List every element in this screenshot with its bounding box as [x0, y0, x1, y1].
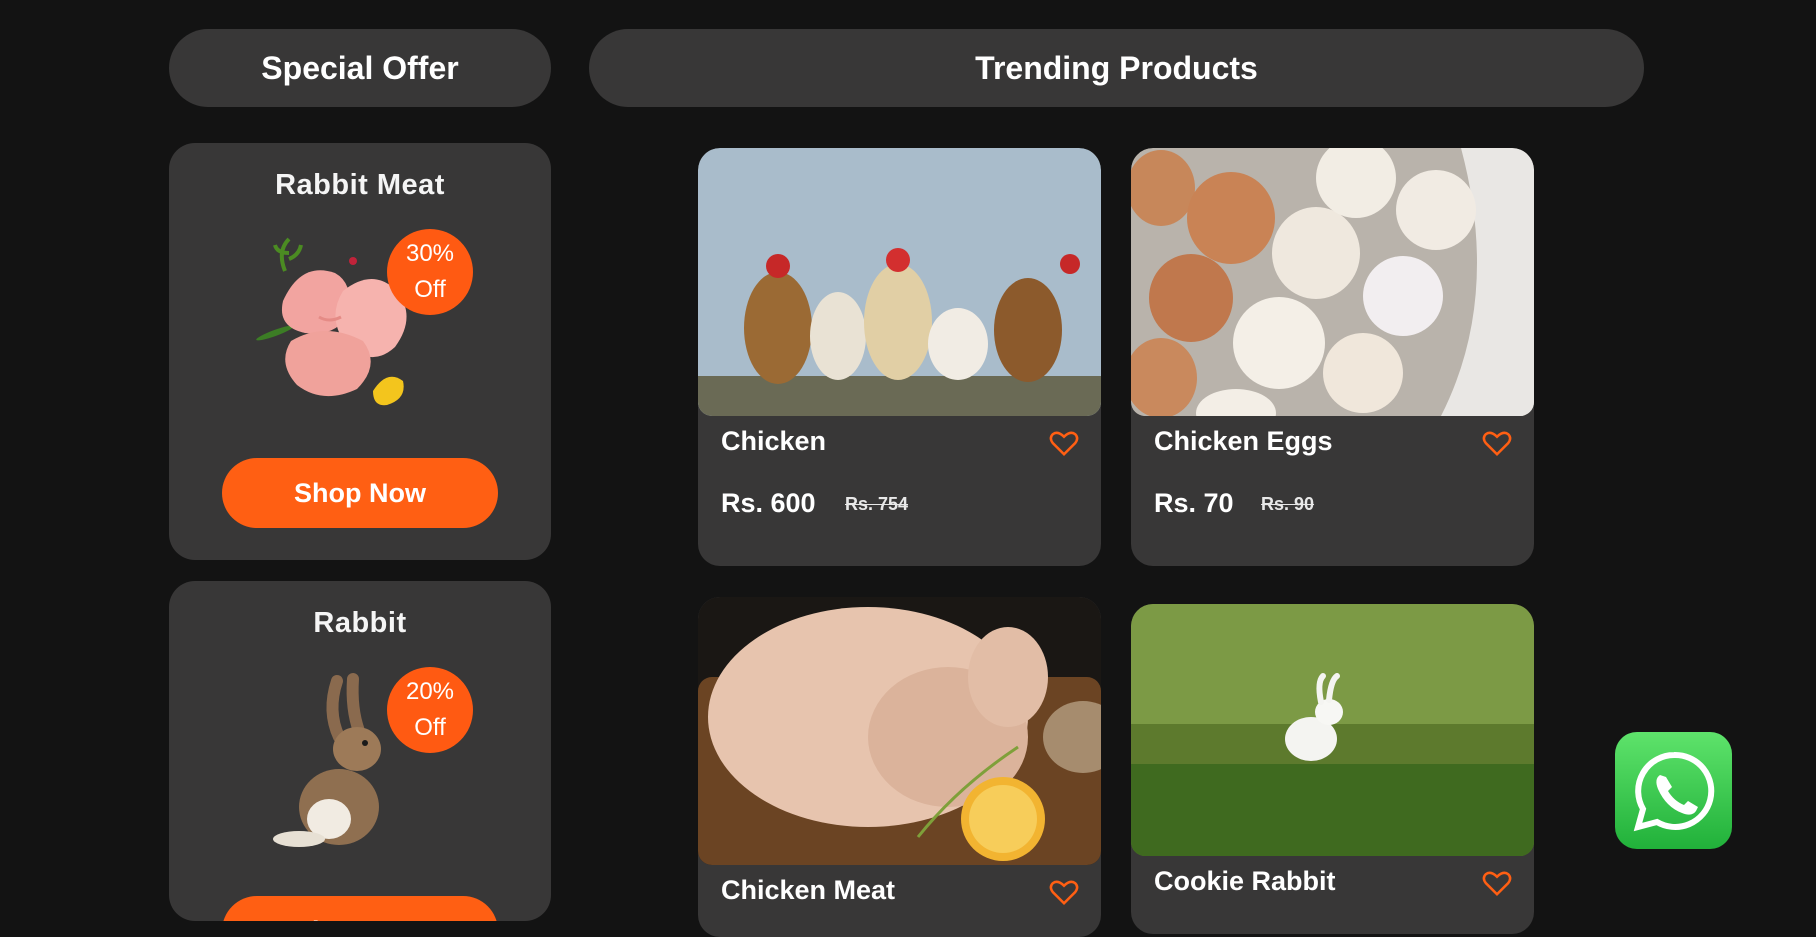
heart-outline-icon[interactable] [1049, 429, 1079, 457]
discount-badge: 30% Off [387, 229, 473, 315]
product-old-price: Rs. 754 [845, 494, 909, 514]
product-image [1131, 604, 1534, 856]
shop-now-button[interactable]: Shop Now [222, 458, 498, 528]
discount-percent: 20% [405, 678, 455, 705]
product-card-chicken-eggs[interactable]: Chicken Eggs Rs. 70 Rs. 90 [1131, 148, 1534, 566]
special-offer-title: Special Offer [261, 49, 459, 86]
offer-card-rabbit-meat: Rabbit Meat 30% Off Shop Now [169, 143, 551, 560]
special-offer-header: Special Offer [169, 29, 551, 107]
trending-products-title: Trending Products [975, 49, 1258, 86]
product-card-chicken-meat[interactable]: Chicken Meat [698, 597, 1101, 937]
discount-off-label: Off [414, 714, 446, 741]
product-name: Chicken Meat [721, 875, 896, 905]
heart-outline-icon[interactable] [1482, 869, 1512, 897]
product-name: Cookie Rabbit [1154, 866, 1336, 896]
product-image [698, 148, 1101, 416]
offer-title: Rabbit Meat [275, 169, 445, 201]
product-card-cookie-rabbit[interactable]: Cookie Rabbit [1131, 604, 1534, 934]
discount-off-label: Off [414, 276, 446, 303]
product-old-price: Rs. 90 [1261, 494, 1315, 514]
product-image [698, 597, 1101, 865]
whatsapp-icon [1633, 751, 1714, 831]
product-name: Chicken Eggs [1154, 426, 1333, 456]
discount-badge: 20% Off [387, 667, 473, 753]
product-name: Chicken [721, 426, 827, 456]
product-price: Rs. 600 [721, 488, 816, 518]
trending-products-header: Trending Products [589, 29, 1644, 107]
product-card-chicken[interactable]: Chicken Rs. 600 Rs. 754 [698, 148, 1101, 566]
shop-now-button[interactable]: Shop Now [222, 896, 498, 921]
discount-percent: 30% [405, 240, 455, 267]
product-image [1131, 148, 1534, 416]
product-price: Rs. 70 [1154, 488, 1234, 518]
offer-card-rabbit: Rabbit 20% Off Shop Now [169, 581, 551, 921]
offer-title: Rabbit [313, 607, 407, 639]
whatsapp-chat-button[interactable] [1615, 732, 1732, 849]
heart-outline-icon[interactable] [1482, 429, 1512, 457]
